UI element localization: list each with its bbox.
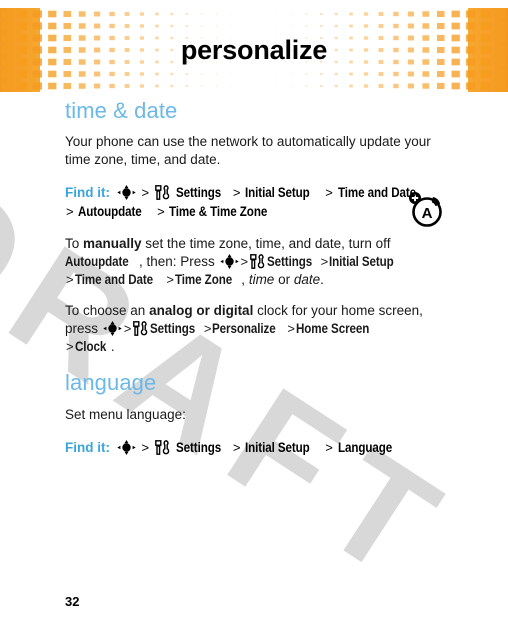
path-separator: >: [232, 185, 241, 201]
text-lead: To: [65, 236, 84, 252]
paragraph-analog-digital-clock: To choose an analog or digital clock for…: [65, 302, 445, 356]
path-separator: >: [325, 185, 333, 201]
path-separator: >: [166, 272, 174, 288]
path-separator: >: [66, 339, 74, 355]
menu-settings: Settings: [150, 321, 196, 337]
text-mid: set the time zone, time, and date, turn …: [141, 236, 391, 252]
path-separator: >: [240, 254, 249, 270]
settings-icon: [133, 321, 148, 337]
settings-icon: [250, 254, 265, 270]
navigation-key-icon: [117, 185, 136, 201]
settings-icon: [154, 439, 170, 455]
findit-label: Find it:: [65, 185, 110, 201]
menu-autoupdate: Autoupdate: [78, 204, 142, 220]
path-separator: >: [287, 321, 295, 337]
text-mid2: , then: Press: [139, 254, 219, 270]
page-content: time & date Your phone can use the netwo…: [65, 98, 455, 471]
path-separator: >: [325, 439, 333, 455]
section-heading-language: language: [65, 370, 157, 396]
menu-settings: Settings: [267, 254, 313, 270]
path-separator: >: [232, 439, 241, 455]
menu-initial-setup: Initial Setup: [245, 439, 310, 455]
text-period: .: [320, 272, 324, 288]
path-separator: >: [203, 321, 212, 337]
text-italic-time: time: [248, 272, 275, 288]
paragraph-manual-set: To manually set the time zone, time, and…: [65, 235, 445, 289]
findit-time-and-date: Find it: > Settings > Initial Setup > Ti…: [65, 183, 455, 221]
section-heading-time-and-date: time & date: [65, 98, 178, 123]
findit-language: Find it: > Settings > Initial Setup > La…: [65, 438, 455, 457]
path-separator: >: [66, 204, 74, 220]
text-italic-date: date: [293, 272, 321, 288]
path-separator: >: [123, 321, 132, 337]
text-comma: ,: [241, 272, 249, 288]
page-header-banner: personalize: [0, 8, 508, 92]
path-separator: >: [141, 185, 150, 201]
menu-autoupdate: Autoupdate: [65, 254, 129, 270]
findit-label: Find it:: [65, 439, 110, 455]
navigation-key-icon: [219, 254, 239, 270]
page-title: personalize: [180, 34, 328, 65]
text-bold-manually: manually: [83, 236, 142, 252]
menu-time-and-date: Time and Date: [74, 272, 153, 288]
path-separator: >: [320, 254, 329, 270]
path-separator: >: [66, 272, 74, 288]
path-separator: >: [141, 439, 150, 455]
paragraph-time-intro: Your phone can use the network to automa…: [65, 134, 431, 168]
text-or: or: [274, 272, 294, 288]
settings-icon: [154, 185, 170, 201]
menu-initial-setup: Initial Setup: [245, 185, 310, 201]
text-lead: To choose an: [65, 303, 150, 319]
page-number: 32: [65, 594, 80, 609]
menu-settings: Settings: [175, 185, 221, 201]
menu-personalize: Personalize: [212, 321, 277, 337]
menu-language: Language: [337, 439, 392, 455]
menu-time-and-time-zone: Time & Time Zone: [169, 204, 268, 220]
text-bold-analog-or-digital: analog or digital: [149, 303, 254, 319]
navigation-key-icon: [103, 321, 122, 337]
paragraph-language-intro: Set menu language:: [65, 406, 186, 422]
menu-clock: Clock: [74, 339, 106, 355]
menu-time-zone: Time Zone: [174, 272, 233, 288]
menu-time-and-date: Time and Date: [337, 185, 416, 201]
menu-initial-setup: Initial Setup: [329, 254, 394, 270]
navigation-key-icon: [117, 439, 136, 455]
menu-home-screen: Home Screen: [295, 321, 370, 337]
path-separator: >: [157, 204, 165, 220]
menu-settings: Settings: [175, 439, 221, 455]
text-period: .: [110, 339, 115, 355]
